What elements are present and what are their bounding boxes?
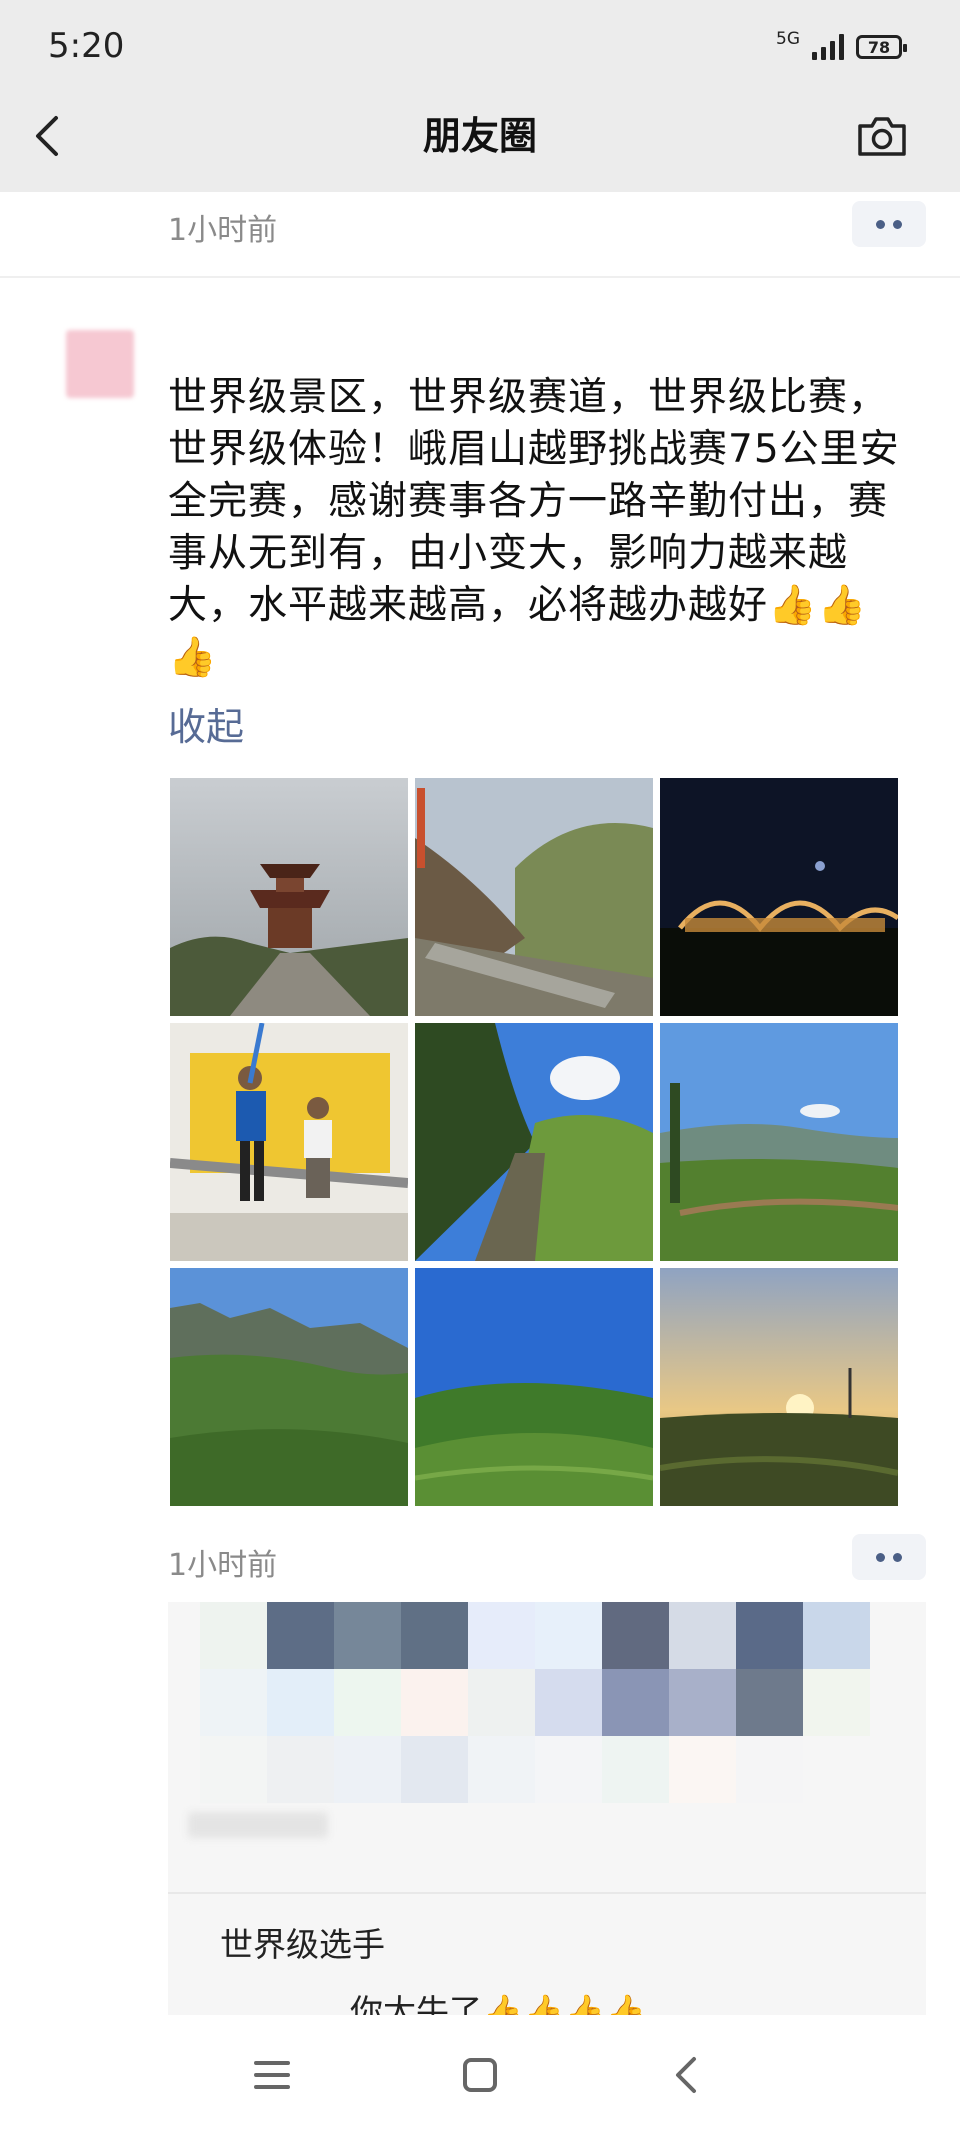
- home-button[interactable]: [456, 2051, 504, 2099]
- collapse-link[interactable]: 收起: [168, 696, 244, 751]
- dot-icon: [893, 1552, 902, 1562]
- system-nav-bar: [0, 2015, 960, 2133]
- battery-icon: 78: [856, 35, 907, 59]
- home-square-icon: [463, 2058, 497, 2092]
- signal-icon: [812, 34, 844, 60]
- pixelated-likes: [200, 1602, 870, 1669]
- dot-icon: [876, 219, 885, 229]
- dot-icon: [876, 1552, 885, 1562]
- photo-mountain-trail[interactable]: [415, 778, 653, 1016]
- photo-sunset[interactable]: [660, 1268, 898, 1506]
- post-text: 世界级景区，世界级赛道，世界级比赛，世界级体验！峨眉山越野挑战赛75公里安全完赛…: [168, 375, 900, 680]
- battery-level: 78: [867, 37, 891, 57]
- photo-forest-steps[interactable]: [415, 1023, 653, 1261]
- status-indicators: 5G 78: [776, 29, 907, 64]
- dot-icon: [893, 219, 902, 229]
- back-triangle-icon: [676, 2057, 696, 2093]
- photo-grid: [170, 778, 898, 1506]
- photo-pavilion[interactable]: [170, 778, 408, 1016]
- network-type: 5G: [776, 29, 800, 49]
- photo-tea-hill[interactable]: [415, 1268, 653, 1506]
- post-time: 1小时前: [168, 1548, 278, 1583]
- comment-text: 世界级选手: [220, 1925, 385, 1964]
- photo-night-lights[interactable]: [660, 778, 898, 1016]
- photo-finish-line[interactable]: [170, 1023, 408, 1261]
- top-bar: 5:20 5G 78 朋友圈: [0, 0, 960, 192]
- post-more-button[interactable]: [852, 1534, 926, 1580]
- photo-valley[interactable]: [660, 1023, 898, 1261]
- camera-icon: [858, 117, 906, 156]
- post-divider: [0, 276, 960, 278]
- nav-back-button[interactable]: [664, 2051, 712, 2099]
- photo-peaks[interactable]: [170, 1268, 408, 1506]
- status-time: 5:20: [48, 26, 125, 66]
- previous-post-time: 1小时前: [168, 213, 278, 248]
- camera-button[interactable]: [856, 112, 908, 160]
- menu-button[interactable]: [248, 2051, 296, 2099]
- page-title: 朋友圈: [422, 114, 537, 158]
- menu-icon: [254, 2061, 290, 2089]
- previous-post-more-button[interactable]: [852, 201, 926, 247]
- avatar[interactable]: [66, 330, 134, 398]
- comment-divider: [168, 1892, 926, 1894]
